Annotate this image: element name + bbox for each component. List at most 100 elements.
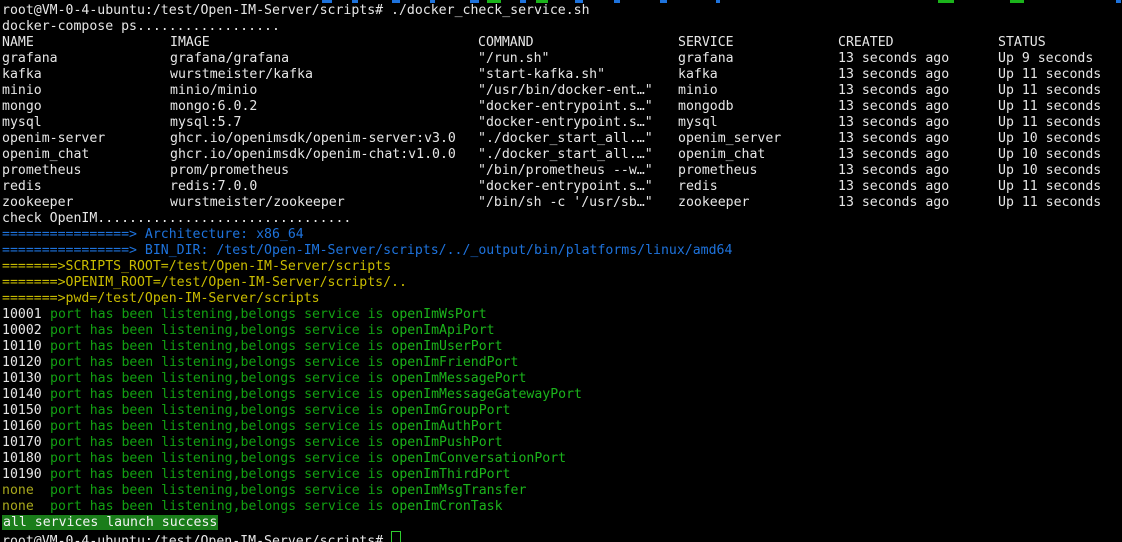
ps-table-row: zookeeperwurstmeister/zookeeper"/bin/sh … [2, 195, 1122, 211]
port-check-message: port has been listening,belongs service … [50, 323, 391, 338]
ps-cell-created: 13 seconds ago [838, 99, 998, 115]
shell-prompt-line: root@VM-0-4-ubuntu:/test/Open-IM-Server/… [2, 3, 1122, 19]
ps-cell-image: minio/minio [170, 83, 478, 99]
port-check-row: 10130port has been listening,belongs ser… [2, 371, 1122, 387]
terminal-window[interactable]: root@VM-0-4-ubuntu:/test/Open-IM-Server/… [0, 0, 1122, 542]
ps-cell-image: prom/prometheus [170, 163, 478, 179]
port-check-message: port has been listening,belongs service … [50, 307, 391, 322]
ps-cell-created: 13 seconds ago [838, 131, 998, 147]
port-check-row: 10170port has been listening,belongs ser… [2, 435, 1122, 451]
ps-cell-command: "/usr/bin/docker-ent…" [478, 83, 678, 99]
port-service-name: openImFriendPort [391, 355, 518, 370]
ps-cell-created: 13 seconds ago [838, 163, 998, 179]
pwd-line: =======>pwd=/test/Open-IM-Server/scripts [2, 291, 1122, 307]
port-check-message: port has been listening,belongs service … [50, 403, 391, 418]
ps-cell-name: openim-server [2, 131, 170, 147]
ps-cell-name: kafka [2, 67, 170, 83]
ps-cell-name: minio [2, 83, 170, 99]
ps-cell-status: Up 10 seconds [998, 131, 1122, 147]
port-service-name: openImGroupPort [391, 403, 510, 418]
port-number: 10160 [2, 419, 50, 435]
port-check-row: 10180port has been listening,belongs ser… [2, 451, 1122, 467]
ps-table-row: prometheusprom/prometheus"/bin/prometheu… [2, 163, 1122, 179]
ps-cell-name: openim_chat [2, 147, 170, 163]
ps-cell-status: Up 11 seconds [998, 67, 1122, 83]
ps-table-row: redisredis:7.0.0"docker-entrypoint.s…"re… [2, 179, 1122, 195]
shell-prompt-2: root@VM-0-4-ubuntu:/test/Open-IM-Server/… [2, 534, 391, 542]
ps-cell-image: wurstmeister/zookeeper [170, 195, 478, 211]
ps-header-status: STATUS [998, 35, 1122, 51]
ps-table-row: mongomongo:6.0.2"docker-entrypoint.s…"mo… [2, 99, 1122, 115]
ps-table-row: grafanagrafana/grafana"/run.sh"grafana13… [2, 51, 1122, 67]
port-check-message: port has been listening,belongs service … [50, 355, 391, 370]
ps-cell-created: 13 seconds ago [838, 83, 998, 99]
port-number: 10002 [2, 323, 50, 339]
ps-cell-image: ghcr.io/openimsdk/openim-server:v3.0 [170, 131, 478, 147]
ps-cell-name: prometheus [2, 163, 170, 179]
ps-cell-command: "docker-entrypoint.s…" [478, 179, 678, 195]
ps-cell-service: redis [678, 179, 838, 195]
port-number: 10140 [2, 387, 50, 403]
port-service-name: openImMessageGatewayPort [391, 387, 582, 402]
success-line: all services launch success [2, 515, 1122, 531]
ps-cell-created: 13 seconds ago [838, 115, 998, 131]
ps-cell-command: "docker-entrypoint.s…" [478, 99, 678, 115]
port-service-name: openImUserPort [391, 339, 502, 354]
ps-cell-status: Up 11 seconds [998, 179, 1122, 195]
ps-cell-service: openim_chat [678, 147, 838, 163]
ps-table-header: NAMEIMAGECOMMANDSERVICECREATEDSTATUS [2, 35, 1122, 51]
port-number: 10180 [2, 451, 50, 467]
shell-prompt-line-2: root@VM-0-4-ubuntu:/test/Open-IM-Server/… [2, 531, 1122, 542]
ps-cell-command: "docker-entrypoint.s…" [478, 115, 678, 131]
ps-cell-image: mongo:6.0.2 [170, 99, 478, 115]
port-check-row: noneport has been listening,belongs serv… [2, 483, 1122, 499]
port-number: 10170 [2, 435, 50, 451]
ps-cell-image: ghcr.io/openimsdk/openim-chat:v1.0.0 [170, 147, 478, 163]
port-service-name: openImCronTask [391, 499, 502, 514]
ps-header-service: SERVICE [678, 35, 838, 51]
ps-table-body: grafanagrafana/grafana"/run.sh"grafana13… [2, 51, 1122, 211]
ps-header-command: COMMAND [478, 35, 678, 51]
ps-table-row: miniominio/minio"/usr/bin/docker-ent…"mi… [2, 83, 1122, 99]
ps-cell-service: kafka [678, 67, 838, 83]
ps-cell-status: Up 11 seconds [998, 99, 1122, 115]
ps-cell-status: Up 11 seconds [998, 195, 1122, 211]
port-check-list: 10001port has been listening,belongs ser… [2, 307, 1122, 515]
port-check-row: 10120port has been listening,belongs ser… [2, 355, 1122, 371]
port-check-message: port has been listening,belongs service … [50, 499, 391, 514]
port-service-name: openImPushPort [391, 435, 502, 450]
ps-cell-name: mongo [2, 99, 170, 115]
port-service-name: openImAuthPort [391, 419, 502, 434]
port-number: 10110 [2, 339, 50, 355]
ps-cell-command: "start-kafka.sh" [478, 67, 678, 83]
ps-cell-command: "./docker_start_all.…" [478, 131, 678, 147]
shell-command: ./docker_check_service.sh [391, 3, 590, 18]
ps-table-row: openim_chatghcr.io/openimsdk/openim-chat… [2, 147, 1122, 163]
port-check-message: port has been listening,belongs service … [50, 451, 391, 466]
ps-cell-status: Up 10 seconds [998, 147, 1122, 163]
success-message: all services launch success [2, 515, 218, 530]
ps-cell-created: 13 seconds ago [838, 195, 998, 211]
ps-cell-name: redis [2, 179, 170, 195]
port-check-row: 10001port has been listening,belongs ser… [2, 307, 1122, 323]
ps-header-image: IMAGE [170, 35, 478, 51]
ps-cell-service: minio [678, 83, 838, 99]
ps-cell-service: zookeeper [678, 195, 838, 211]
ps-cell-status: Up 11 seconds [998, 115, 1122, 131]
port-check-row: noneport has been listening,belongs serv… [2, 499, 1122, 515]
bindir-line: ================> BIN_DIR: /test/Open-IM… [2, 243, 1122, 259]
port-service-name: openImMsgTransfer [391, 483, 526, 498]
ps-header-name: NAME [2, 35, 170, 51]
port-service-name: openImConversationPort [391, 451, 566, 466]
port-check-message: port has been listening,belongs service … [50, 435, 391, 450]
ps-cell-status: Up 11 seconds [998, 83, 1122, 99]
port-check-message: port has been listening,belongs service … [50, 387, 391, 402]
ps-cell-command: "/run.sh" [478, 51, 678, 67]
port-check-row: 10110port has been listening,belongs ser… [2, 339, 1122, 355]
port-service-name: openImMessagePort [391, 371, 526, 386]
port-check-message: port has been listening,belongs service … [50, 339, 391, 354]
port-number: 10190 [2, 467, 50, 483]
ps-cell-created: 13 seconds ago [838, 147, 998, 163]
ps-cell-service: grafana [678, 51, 838, 67]
port-check-message: port has been listening,belongs service … [50, 371, 391, 386]
